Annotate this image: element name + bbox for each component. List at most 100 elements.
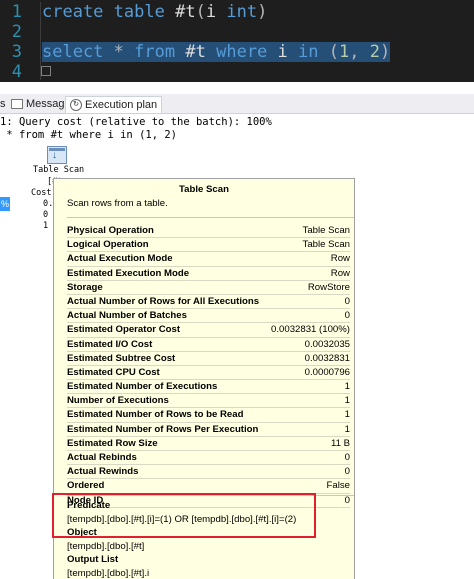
property-name: Estimated Row Size	[67, 437, 158, 449]
comma: ,	[349, 42, 360, 62]
collapse-icon[interactable]	[41, 66, 51, 76]
property-name: Estimated CPU Cost	[67, 366, 160, 378]
output-list-value: [tempdb].[dbo].[#t].i	[67, 568, 150, 579]
property-value: 1	[344, 423, 350, 435]
results-tab-strip: s Messages ↻ Execution plan	[0, 94, 474, 114]
property-name: Ordered	[67, 480, 105, 492]
messages-icon	[11, 99, 23, 109]
number: 1	[339, 42, 350, 62]
property-name: Number of Executions	[67, 395, 169, 407]
identifier: i	[205, 2, 217, 22]
property-value: 0.0000796	[304, 366, 350, 378]
query-text-line: * from #t where i in (1, 2)	[0, 129, 178, 141]
tooltip-description: Scan rows from a table.	[67, 198, 168, 209]
execution-plan-icon: ↻	[70, 99, 82, 111]
property-name: Actual Number of Rows for All Executions	[67, 295, 260, 307]
tooltip-title: Table Scan	[179, 184, 229, 195]
property-name: Estimated Execution Mode	[67, 267, 190, 279]
divider	[67, 217, 354, 218]
property-name: Logical Operation	[67, 239, 149, 251]
property-row: Actual Execution Mode Row	[67, 252, 350, 267]
property-row: Estimated Number of Rows Per Execution 1	[67, 423, 350, 437]
property-name: Estimated Operator Cost	[67, 324, 181, 336]
property-name: Actual Rewinds	[67, 466, 139, 478]
property-value: 0	[344, 466, 350, 478]
keyword: select	[42, 42, 104, 62]
property-row: Estimated Operator Cost 0.0032831 (100%)	[67, 323, 350, 338]
property-row: Storage RowStore	[67, 281, 350, 295]
line-number: 2	[11, 22, 22, 42]
property-value: 1	[344, 395, 350, 407]
property-value: 0.0032831 (100%)	[271, 324, 350, 336]
property-value: RowStore	[307, 281, 350, 293]
property-row: Estimated Number of Rows to be Read 1	[67, 408, 350, 423]
property-value: Table Scan	[302, 225, 350, 236]
identifier: #t	[175, 2, 196, 22]
keyword: create	[42, 2, 104, 22]
property-row: Logical Operation Table Scan	[67, 238, 350, 253]
percent-marker: %	[0, 197, 10, 211]
line-number-gutter: 1 2 3 4	[0, 0, 34, 82]
paren: )	[257, 2, 268, 22]
code-line-1[interactable]: create table #t(i int)	[42, 2, 267, 22]
property-row: Estimated Subtree Cost 0.0032831	[67, 352, 350, 366]
predicate-highlight-box	[52, 493, 316, 538]
table-scan-icon[interactable]: ↓	[47, 146, 67, 164]
property-name: Estimated Subtree Cost	[67, 352, 176, 364]
property-row: Actual Rebinds 0	[67, 451, 350, 466]
number: 2	[369, 42, 381, 62]
property-row: Estimated Row Size 11 B	[67, 437, 350, 451]
identifier: i	[277, 42, 288, 62]
keyword: from	[134, 42, 176, 62]
query-cost-line: 1: Query cost (relative to the batch): 1…	[0, 116, 272, 128]
property-row: Ordered False	[67, 479, 350, 494]
property-row: Estimated Execution Mode Row	[67, 267, 350, 281]
keyword: in	[298, 42, 319, 62]
property-name: Actual Rebinds	[67, 452, 137, 463]
plan-node-label: Table Scan	[33, 165, 85, 175]
property-value: Table Scan	[302, 239, 350, 251]
tab-results-partial[interactable]: s	[0, 96, 6, 112]
property-row: Physical Operation Table Scan	[67, 224, 350, 239]
property-value: 0.0032035	[304, 338, 350, 350]
property-value: 11 B	[330, 437, 350, 449]
property-value: Row	[330, 253, 350, 265]
property-value: 0.0032831	[304, 352, 350, 364]
property-name: Estimated I/O Cost	[67, 338, 153, 350]
property-name: Estimated Number of Rows Per Execution	[67, 423, 259, 435]
property-name: Storage	[67, 281, 103, 293]
property-value: 0	[344, 310, 350, 322]
code-editor[interactable]: 1 2 3 4 create table #t(i int) select * …	[0, 0, 474, 82]
identifier: #t	[185, 42, 206, 62]
property-row: Actual Number of Rows for All Executions…	[67, 295, 350, 310]
keyword: int	[226, 2, 258, 22]
paren: (	[328, 42, 340, 62]
output-list-label: Output List	[67, 554, 119, 565]
tab-execution-plan[interactable]: ↻ Execution plan	[65, 96, 163, 113]
property-name: Physical Operation	[67, 225, 154, 236]
property-list: Physical Operation Table Scan Logical Oper…	[67, 224, 350, 508]
property-value: 1	[344, 409, 350, 421]
paren: (	[195, 2, 206, 22]
property-value: 1	[344, 381, 350, 393]
property-row: Actual Rewinds 0	[67, 465, 350, 480]
keyword: where	[216, 42, 268, 62]
property-value: Row	[330, 267, 350, 279]
keyword: table	[113, 2, 165, 22]
line-number: 1	[11, 2, 22, 22]
operator: *	[113, 42, 124, 62]
property-row: Actual Number of Batches 0	[67, 309, 350, 324]
object-value: [tempdb].[dbo].[#t]	[67, 541, 145, 552]
property-name: Actual Execution Mode	[67, 253, 173, 265]
property-row: Estimated CPU Cost 0.0000796	[67, 366, 350, 381]
property-row: Estimated I/O Cost 0.0032035	[67, 338, 350, 352]
property-value: False	[326, 480, 350, 492]
line-number: 3	[11, 42, 22, 62]
property-row: Estimated Number of Executions 1	[67, 380, 350, 395]
property-value: 0	[344, 452, 350, 463]
code-line-3-selected[interactable]: select * from #t where i in (1, 2)	[42, 42, 391, 62]
line-number: 4	[11, 62, 22, 82]
property-name: Actual Number of Batches	[67, 310, 187, 322]
property-name: Estimated Number of Rows to be Read	[67, 409, 244, 421]
property-value: 0	[344, 295, 350, 307]
